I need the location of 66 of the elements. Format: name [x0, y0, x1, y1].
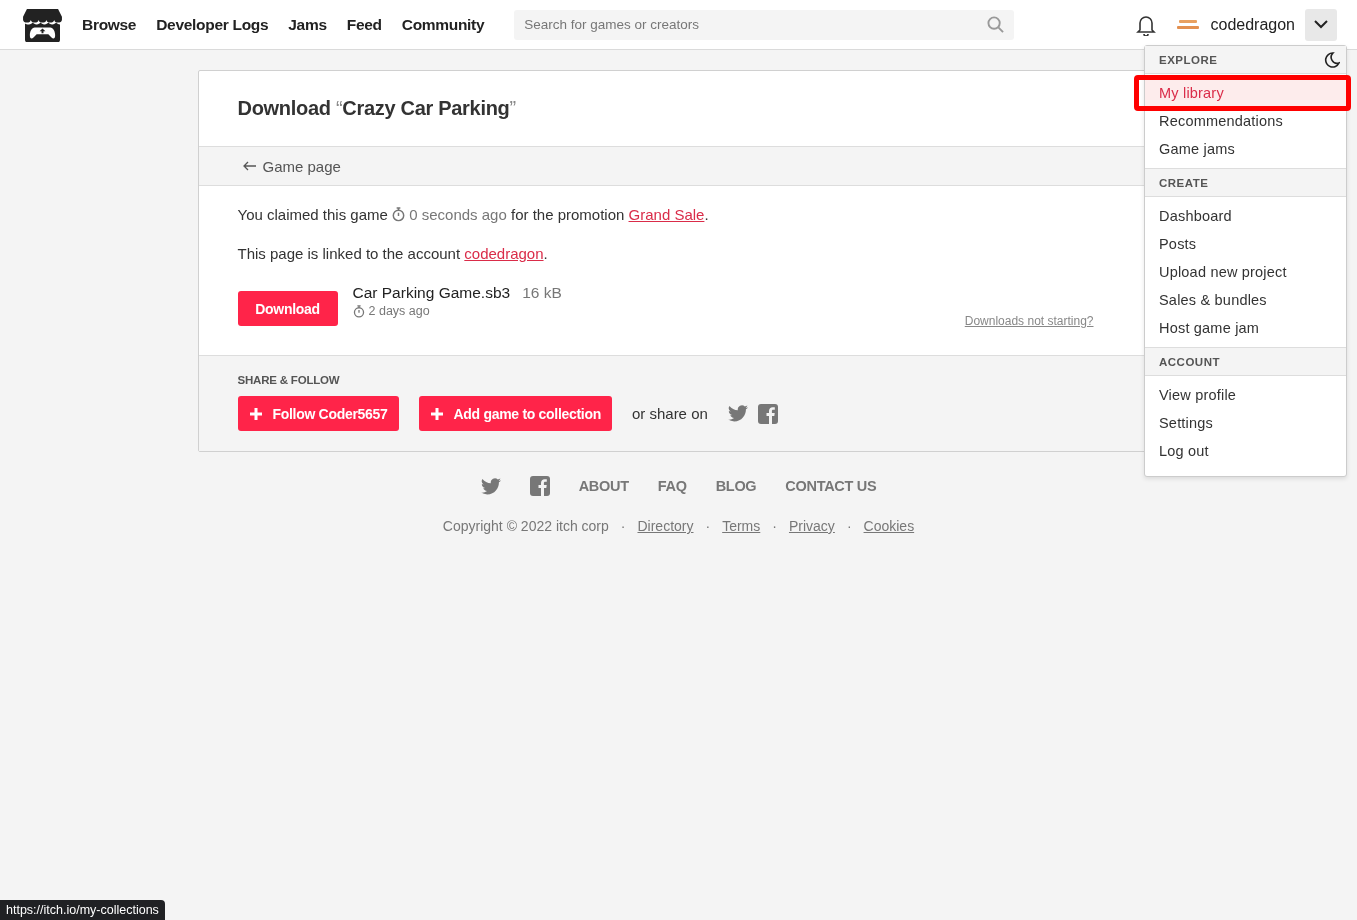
game-page-link[interactable]: Game page: [242, 157, 341, 175]
nav-link[interactable]: Feed: [346, 15, 382, 34]
plus-icon: [248, 406, 263, 421]
menu-section-title: CREATE: [1159, 176, 1209, 189]
add-to-collection-button[interactable]: Add game to collection: [418, 396, 612, 431]
facebook-icon[interactable]: [757, 403, 778, 424]
menu-item[interactable]: View profile: [1145, 381, 1346, 409]
stopwatch-icon: [392, 207, 406, 222]
search-field[interactable]: Search for games or creators: [514, 9, 1015, 40]
twitter-icon[interactable]: [480, 477, 501, 495]
account-text: This page is linked to the account codedragon.: [237, 245, 549, 262]
section-heading: SHARE & FOLLOW: [237, 374, 341, 386]
footer-link[interactable]: CONTACT US: [785, 478, 877, 494]
menu-item[interactable]: Game jams: [1145, 135, 1346, 163]
legal-link[interactable]: Privacy: [788, 518, 835, 534]
menu-item[interactable]: Recommendations: [1145, 107, 1346, 135]
nav-link[interactable]: Jams: [288, 15, 327, 34]
separator-dot: ·: [705, 518, 711, 534]
menu-item[interactable]: Dashboard: [1145, 202, 1346, 230]
help-link[interactable]: Downloads not starting?: [964, 314, 1094, 328]
upload-date: 2 days ago: [368, 304, 430, 318]
chevron-down-icon: [1314, 20, 1328, 29]
facebook-icon[interactable]: [529, 476, 550, 496]
separator-dot: ·: [620, 518, 626, 534]
search-icon[interactable]: [987, 15, 1005, 33]
username[interactable]: codedragon: [1210, 15, 1295, 34]
separator-dot: ·: [772, 518, 777, 534]
promotion-link[interactable]: Grand Sale: [628, 206, 705, 223]
avatar-icon[interactable]: [1176, 17, 1201, 32]
download-button[interactable]: Download: [237, 291, 338, 326]
follow-button[interactable]: Follow Coder5657: [237, 396, 399, 431]
nav-link[interactable]: Developer Logs: [156, 15, 269, 34]
page-title: Download “Crazy Car Parking”: [237, 97, 517, 120]
menu-item[interactable]: Settings: [1145, 409, 1346, 437]
legal-link[interactable]: Cookies: [863, 518, 915, 534]
moon-icon[interactable]: [1324, 51, 1340, 68]
menu-item[interactable]: Upload new project: [1145, 258, 1346, 286]
menu-item[interactable]: Host game jam: [1145, 314, 1346, 342]
twitter-icon[interactable]: [727, 405, 748, 422]
logo-icon[interactable]: [23, 7, 62, 42]
bell-icon[interactable]: [1136, 13, 1157, 36]
stopwatch-icon: [352, 304, 365, 318]
share-label: or share on: [631, 405, 708, 422]
arrow-left-icon: [242, 161, 257, 171]
legal-link[interactable]: Directory: [637, 518, 694, 534]
menu-item[interactable]: Log out: [1145, 437, 1346, 465]
separator-dot: ·: [846, 518, 852, 534]
footer-link[interactable]: BLOG: [715, 478, 757, 494]
status-url: https://itch.io/my-collections: [0, 900, 165, 920]
footer-link[interactable]: FAQ: [657, 478, 687, 494]
menu-section-title: EXPLORE: [1159, 53, 1218, 66]
menu-item[interactable]: My library: [1145, 79, 1346, 107]
nav-link[interactable]: Browse: [82, 15, 137, 34]
file-size: 16 kB: [522, 284, 562, 302]
menu-item[interactable]: Sales & bundles: [1145, 286, 1346, 314]
claim-text: You claimed this game 0 seconds ago for the promotion Grand Sale.: [237, 206, 710, 223]
menu-item[interactable]: Posts: [1145, 230, 1346, 258]
legal-link[interactable]: Terms: [722, 518, 761, 534]
copyright-text: Copyright © 2022 itch corp: [442, 518, 609, 534]
menu-section-title: ACCOUNT: [1159, 355, 1220, 368]
nav-link[interactable]: Community: [401, 15, 485, 34]
account-link[interactable]: codedragon: [464, 245, 544, 262]
dropdown-button[interactable]: [1305, 8, 1337, 41]
file-name: Car Parking Game.sb3: [352, 284, 511, 302]
plus-icon: [429, 406, 444, 421]
footer-link[interactable]: ABOUT: [578, 478, 629, 494]
